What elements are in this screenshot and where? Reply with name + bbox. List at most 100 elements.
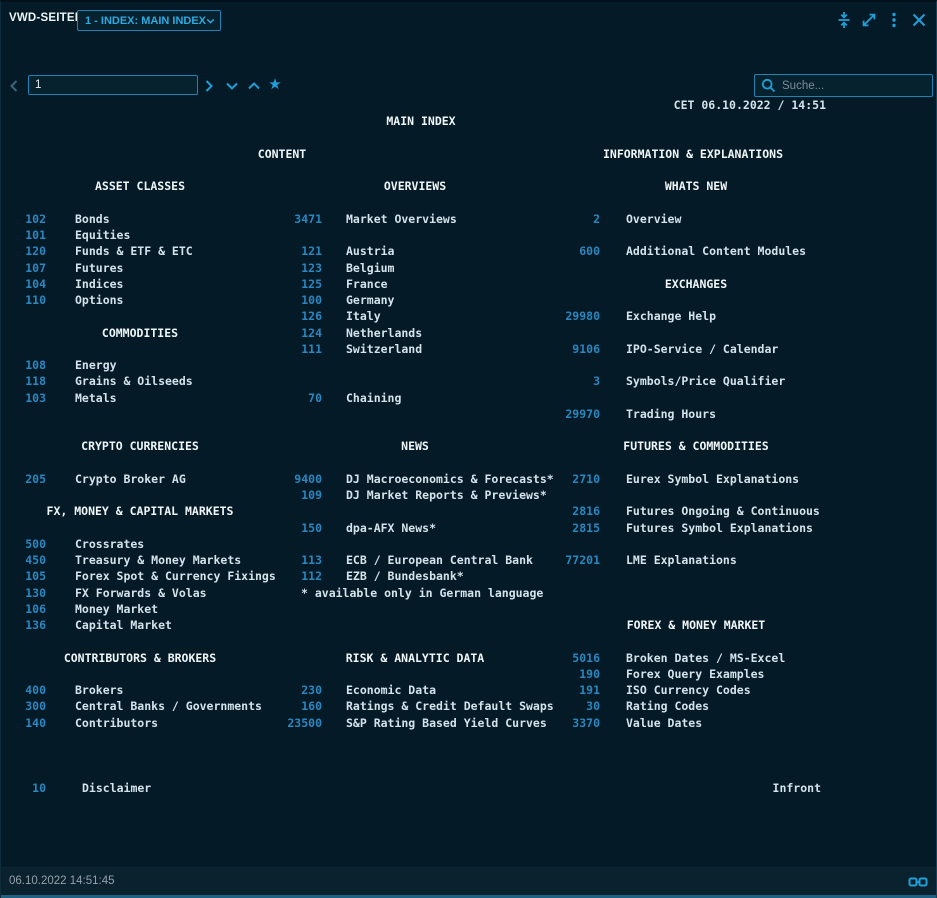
prev-page-button[interactable] bbox=[8, 76, 26, 96]
page-line: CRYPTO CURRENCIES bbox=[1, 438, 936, 455]
page-number-link[interactable]: 106 bbox=[25, 601, 46, 618]
page-item-label: DJ Market Reports & Previews* bbox=[346, 487, 547, 504]
page-item-label: Switzerland bbox=[346, 341, 422, 358]
page-item-label: Grains & Oilseeds bbox=[75, 373, 193, 390]
page-number-link[interactable]: 112 bbox=[301, 568, 322, 585]
page-number-link[interactable]: 120 bbox=[25, 243, 46, 260]
page-number-link[interactable]: 101 bbox=[25, 227, 46, 244]
page-number-link[interactable]: 205 bbox=[25, 471, 46, 488]
page-line: 123Belgium bbox=[1, 260, 936, 277]
page-number-link[interactable]: 191 bbox=[579, 682, 600, 699]
page-number-link[interactable]: 136 bbox=[25, 617, 46, 634]
page-item-label: France bbox=[346, 276, 388, 293]
page-item-label: Forex Query Examples bbox=[626, 666, 764, 683]
connection-status-button[interactable] bbox=[908, 875, 928, 889]
search-icon bbox=[761, 78, 776, 93]
page-number-link[interactable]: 10 bbox=[32, 780, 46, 797]
page-number-link[interactable]: 107 bbox=[25, 260, 46, 277]
page-number-link[interactable]: 123 bbox=[301, 260, 322, 277]
page-number-link[interactable]: 110 bbox=[25, 292, 46, 309]
favorite-star-button[interactable]: ★ bbox=[266, 75, 284, 95]
page-number-input[interactable] bbox=[28, 75, 198, 95]
page-line: 104Indices bbox=[1, 276, 936, 293]
page-line: 109 DJ Market Reports & Previews* bbox=[1, 487, 936, 504]
page-number-link[interactable]: 103 bbox=[25, 390, 46, 407]
expand-button[interactable] bbox=[859, 11, 878, 29]
page-item-label: S&P Rating Based Yield Curves bbox=[346, 715, 547, 732]
page-item-label: EZB / Bundesbank* bbox=[346, 568, 464, 585]
page-number-link[interactable]: 2 bbox=[593, 211, 600, 228]
close-icon bbox=[910, 11, 928, 29]
page-number-link[interactable]: 100 bbox=[301, 292, 322, 309]
page-number-link[interactable]: 3370 bbox=[572, 715, 600, 732]
page-number-link[interactable]: 105 bbox=[25, 568, 46, 585]
page-item-label: Contributors bbox=[75, 715, 158, 732]
search-input[interactable] bbox=[780, 79, 932, 93]
menu-button[interactable] bbox=[884, 11, 903, 29]
page-number-link[interactable]: 400 bbox=[25, 682, 46, 699]
page-number-link[interactable]: 102 bbox=[25, 211, 46, 228]
page-number-link[interactable]: 124 bbox=[301, 325, 322, 342]
page-number-link[interactable]: 2815 bbox=[572, 520, 600, 537]
page-line: 103Metals bbox=[1, 390, 936, 407]
page-down-button[interactable] bbox=[225, 76, 243, 96]
page-number-link[interactable]: 150 bbox=[301, 520, 322, 537]
page-item-label: IPO-Service / Calendar bbox=[626, 341, 778, 358]
page-number-link[interactable]: 23500 bbox=[287, 715, 322, 732]
page-item-label: Funds & ETF & ETC bbox=[75, 243, 193, 260]
page-number-link[interactable]: 111 bbox=[301, 341, 322, 358]
page-number-link[interactable]: 140 bbox=[25, 715, 46, 732]
page-item-label: ISO Currency Codes bbox=[626, 682, 751, 699]
page-number-link[interactable]: 109 bbox=[301, 487, 322, 504]
page-item-label: Crossrates bbox=[75, 536, 144, 553]
go-page-button[interactable] bbox=[203, 76, 221, 96]
page-item-label: Capital Market bbox=[75, 617, 172, 634]
close-button[interactable] bbox=[909, 11, 928, 29]
page-selector-dropdown[interactable]: 1 - INDEX: MAIN INDEX bbox=[77, 10, 221, 31]
page-number-link[interactable]: 77201 bbox=[565, 552, 600, 569]
page-number-link[interactable]: 300 bbox=[25, 698, 46, 715]
page-number-link[interactable]: 9106 bbox=[572, 341, 600, 358]
page-number-link[interactable]: 2816 bbox=[572, 503, 600, 520]
page-number-link[interactable]: 3 bbox=[593, 373, 600, 390]
page-number-link[interactable]: 29970 bbox=[565, 406, 600, 423]
page-number-link[interactable]: 125 bbox=[301, 276, 322, 293]
page-item-label: dpa-AFX News* bbox=[346, 520, 436, 537]
section-header: EXCHANGES bbox=[665, 276, 727, 293]
page-number-link[interactable]: 230 bbox=[301, 682, 322, 699]
page-number-link[interactable]: 190 bbox=[579, 666, 600, 683]
page-number-link[interactable]: 104 bbox=[25, 276, 46, 293]
section-header: CONTRIBUTORS & BROKERS bbox=[64, 650, 216, 667]
dock-button[interactable] bbox=[834, 11, 853, 29]
page-number-link[interactable]: 108 bbox=[25, 357, 46, 374]
page-item-label: Overview bbox=[626, 211, 681, 228]
page-up-button[interactable] bbox=[247, 76, 265, 96]
page-number-link[interactable]: 450 bbox=[25, 552, 46, 569]
page-number-link[interactable]: 500 bbox=[25, 536, 46, 553]
page-number-link[interactable]: 118 bbox=[25, 373, 46, 390]
page-number-link[interactable]: 126 bbox=[301, 308, 322, 325]
page-item-label: LME Explanations bbox=[626, 552, 737, 569]
page-number-link[interactable]: 70 bbox=[308, 390, 322, 407]
page-line: 191 ISO Currency Codes bbox=[1, 682, 936, 699]
page-number-link[interactable]: 113 bbox=[301, 552, 322, 569]
page-line: 101Equities bbox=[1, 227, 936, 244]
page-number-link[interactable]: 2710 bbox=[572, 471, 600, 488]
page-number-link[interactable]: 30 bbox=[586, 698, 600, 715]
page-item-label: Brokers bbox=[75, 682, 123, 699]
section-header: OVERVIEWS bbox=[384, 178, 446, 195]
page-number-link[interactable]: 600 bbox=[579, 243, 600, 260]
page-selector-value: 1 - INDEX: MAIN INDEX bbox=[78, 15, 206, 27]
page-timestamp: CET 06.10.2022 / 14:51 bbox=[674, 97, 826, 114]
app-title: VWD-SEITEN bbox=[9, 12, 83, 24]
dock-icon bbox=[835, 11, 853, 29]
status-timestamp: 06.10.2022 14:51:45 bbox=[9, 875, 115, 887]
page-number-link[interactable]: 160 bbox=[301, 698, 322, 715]
page-number-link[interactable]: 5016 bbox=[572, 650, 600, 667]
page-number-link[interactable]: 130 bbox=[25, 585, 46, 602]
page-number-link[interactable]: 29980 bbox=[565, 308, 600, 325]
page-number-link[interactable]: 9400 bbox=[294, 471, 322, 488]
page-item-label: Austria bbox=[346, 243, 394, 260]
page-number-link[interactable]: 3471 bbox=[294, 211, 322, 228]
page-number-link[interactable]: 121 bbox=[301, 243, 322, 260]
